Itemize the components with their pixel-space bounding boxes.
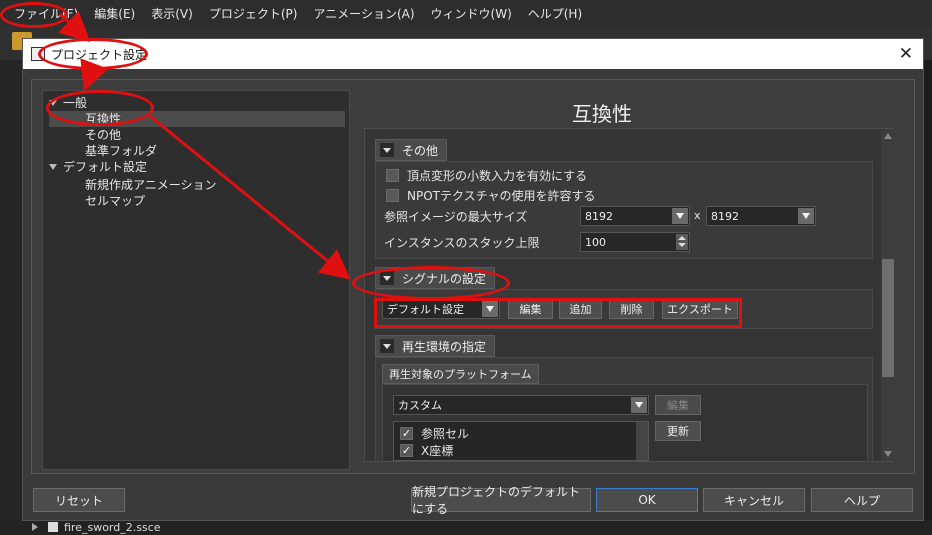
collapse-arrow-icon[interactable] [380,339,394,353]
checkbox-label: NPOTテクスチャの使用を許容する [407,188,596,203]
scroll-up-icon[interactable] [884,133,892,139]
chevron-down-icon[interactable] [631,397,647,413]
dialog-titlebar: プロジェクト設定 ✕ [23,39,923,69]
spinner-icon[interactable] [676,234,688,250]
expand-arrow-icon[interactable] [49,164,57,170]
list-item-label: X座標 [421,443,454,458]
instance-stack-spinbox[interactable]: 100 [580,232,690,252]
tree-item-new-animation[interactable]: 新規作成アニメーション [85,177,217,193]
file-icon [48,522,58,532]
platform-feature-list[interactable]: ✓ 参照セル ✓ X座標 [393,421,649,461]
scrollbar-thumb[interactable] [882,259,894,377]
list-item[interactable]: ✓ 参照セル [400,424,469,442]
section-other-body: 頂点変形の小数入力を有効にする NPOTテクスチャの使用を許容する 参照イメージ… [375,161,873,259]
tree-item-cellmap[interactable]: セルマップ [85,193,145,209]
file-item-label[interactable]: fire_sword_2.ssce [64,521,161,534]
annotation-oval-signal [352,266,510,300]
menu-edit[interactable]: 編集(E) [86,5,143,22]
list-item[interactable]: ✓ X座標 [400,441,453,459]
help-button[interactable]: ヘルプ [811,488,913,512]
ok-button[interactable]: OK [596,488,698,512]
instance-stack-label: インスタンスのスタック上限 [384,236,540,250]
tree-item-other[interactable]: その他 [85,127,121,143]
cancel-button[interactable]: キャンセル [703,488,805,512]
menu-view[interactable]: 表示(V) [143,5,201,22]
npot-texture-checkbox[interactable]: NPOTテクスチャの使用を許容する [386,186,596,204]
tree-item-label: セルマップ [85,194,146,208]
menu-help[interactable]: ヘルプ(H) [520,5,590,22]
check-icon[interactable]: ✓ [400,443,413,457]
chevron-down-icon[interactable] [672,208,688,224]
platform-update-button[interactable]: 更新 [655,421,701,441]
check-icon[interactable]: ✓ [400,426,413,440]
select-value: カスタム [398,399,442,412]
section-title: その他 [402,143,439,158]
select-value: 8192 [711,209,739,223]
list-item-label: 参照セル [421,426,470,441]
annotation-oval-file-menu [0,2,68,28]
tree-item-label: 基準フォルダ [85,144,158,158]
tree-item-label: 新規作成アニメーション [85,178,217,192]
expand-arrow-icon[interactable] [32,523,38,531]
settings-tree: 一般 互換性 その他 基準フォルダ デフォルト設定 新規作成アニメーション セル… [42,90,350,470]
reset-button[interactable]: リセット [33,488,125,512]
platform-group: カスタム 編集 更新 ✓ 参照セル ✓ X座標 [382,384,868,461]
section-other-header[interactable]: その他 [375,139,448,161]
menu-window[interactable]: ウィンドウ(W) [423,5,520,22]
chevron-down-icon[interactable] [798,208,814,224]
tree-item-default-settings[interactable]: デフォルト設定 [49,159,147,175]
select-value: 8192 [585,209,613,223]
canvas-edge [923,60,932,535]
tree-item-label: デフォルト設定 [63,160,148,174]
tree-item-base-folder[interactable]: 基準フォルダ [85,143,157,159]
spinbox-value: 100 [585,235,606,249]
ref-image-height-select[interactable]: 8192 [706,206,816,226]
platform-edit-button[interactable]: 編集 [655,395,701,415]
tree-item-label: その他 [85,128,122,142]
platform-select[interactable]: カスタム [393,395,649,415]
app-menubar: ファイル(F) 編集(E) 表示(V) プロジェクト(P) アニメーション(A)… [0,0,932,26]
menu-animation[interactable]: アニメーション(A) [305,5,422,22]
annotation-box-signal-buttons [374,298,742,328]
checkbox-box[interactable] [386,168,399,182]
ref-image-width-select[interactable]: 8192 [580,206,690,226]
collapse-arrow-icon[interactable] [380,143,394,157]
content-scrollbar[interactable] [881,129,895,461]
menu-project[interactable]: プロジェクト(P) [201,5,306,22]
left-panel [0,60,22,535]
make-default-button[interactable]: 新規プロジェクトのデフォルトにする [411,485,591,516]
checkbox-box[interactable] [386,188,399,202]
section-title: 再生環境の指定 [402,339,487,354]
bottom-file-list: fire_sword_2.ssce [0,520,932,535]
checkbox-label: 頂点変形の小数入力を有効にする [407,168,588,183]
vertex-decimal-checkbox[interactable]: 頂点変形の小数入力を有効にする [386,166,587,184]
list-scrollbar[interactable] [636,422,648,460]
page-title: 互換性 [572,102,632,126]
platform-tab[interactable]: 再生対象のプラットフォーム [382,364,539,384]
close-icon[interactable]: ✕ [899,44,913,64]
annotation-oval-dialog-title [38,38,148,70]
scroll-down-icon[interactable] [884,451,892,457]
ref-image-max-label: 参照イメージの最大サイズ [384,210,528,224]
annotation-oval-compat [46,90,154,126]
section-playback-header[interactable]: 再生環境の指定 [375,335,496,357]
times-label: x [694,209,701,222]
section-playback-body: 再生対象のプラットフォーム カスタム 編集 更新 ✓ 参照セル ✓ X座標 [375,357,873,461]
